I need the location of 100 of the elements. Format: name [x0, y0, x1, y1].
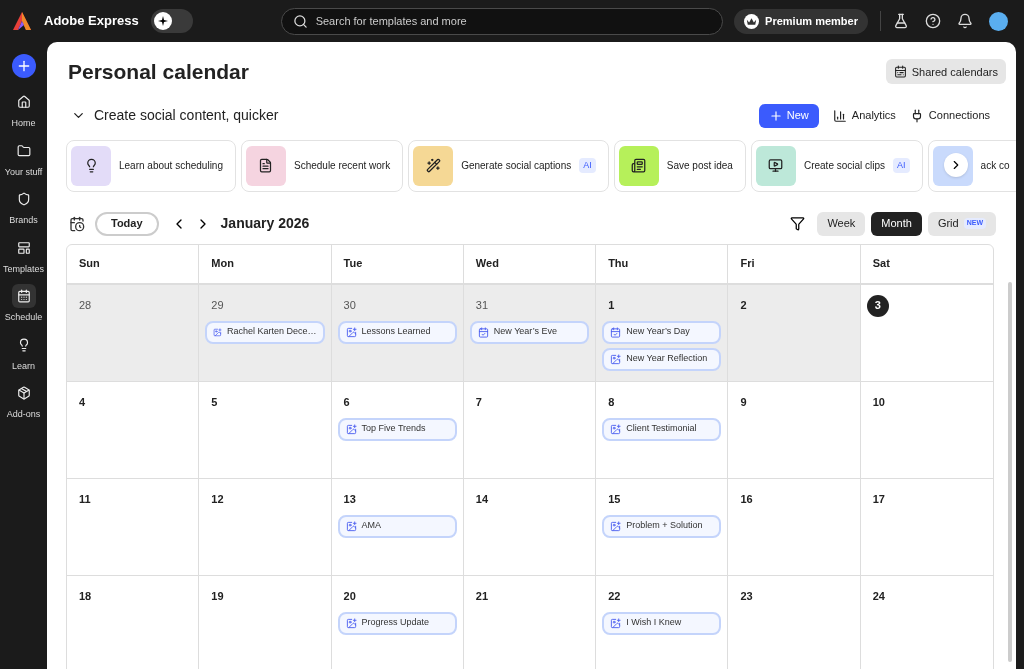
image-icon — [610, 423, 622, 435]
day-number: 19 — [210, 589, 224, 605]
day-number: 31 — [474, 298, 489, 314]
create-button[interactable] — [11, 54, 36, 78]
day-number: 8 — [607, 395, 615, 411]
day-number: 12 — [210, 492, 224, 508]
quick-action-card[interactable]: ack co — [927, 139, 1016, 192]
crown-icon — [744, 13, 760, 29]
new-button[interactable]: New — [758, 103, 819, 128]
day-number: 21 — [474, 589, 489, 605]
sidebar-item[interactable]: Schedule — [0, 284, 47, 325]
day-number: 7 — [474, 395, 482, 411]
sidebar-item[interactable]: Add-ons — [0, 381, 47, 422]
day-cell[interactable]: 28 — [67, 284, 200, 381]
view-tab[interactable]: Month — [871, 211, 922, 236]
sidebar-item[interactable]: Learn — [0, 332, 47, 373]
event-chip[interactable]: Problem + Solution — [602, 514, 722, 538]
event-chip[interactable]: I Wish I Knew — [602, 611, 722, 635]
event-chip[interactable]: Rachel Karten Dece… — [205, 320, 325, 344]
sidebar-item[interactable]: Your stuff — [0, 138, 47, 179]
collapse-toggle[interactable]: Create social content, quicker — [71, 105, 279, 126]
page-title: Personal calendar — [68, 59, 249, 85]
day-number: 22 — [607, 589, 621, 605]
view-tab[interactable]: Week — [817, 211, 866, 236]
day-number: 9 — [739, 395, 747, 411]
plus-icon — [768, 108, 783, 123]
event-chip[interactable]: Progress Update — [337, 611, 457, 635]
day-number: 24 — [871, 589, 885, 605]
search-field[interactable]: Search for templates and more — [280, 7, 723, 35]
day-number: 3 — [866, 294, 889, 317]
event-chip[interactable]: New Year Reflection — [602, 347, 722, 371]
weekday-header: Thu — [608, 256, 629, 272]
event-chip[interactable]: Client Testimonial — [602, 417, 722, 441]
image-icon — [345, 326, 357, 338]
day-number: 6 — [342, 395, 350, 411]
day-number: 13 — [342, 492, 356, 508]
scrollbar[interactable] — [1008, 282, 1012, 662]
day-cell[interactable]: 31 New Year’s Eve — [463, 284, 597, 381]
calendar-settings-icon[interactable] — [69, 215, 85, 232]
quick-action-card[interactable]: Learn about scheduling — [66, 139, 236, 192]
calendar-icon — [610, 326, 622, 338]
analytics-button[interactable]: Analytics — [832, 107, 896, 124]
weekday-header: Tue — [343, 256, 363, 272]
weekday-header: Mon — [211, 256, 234, 272]
ai-badge: AI — [893, 157, 910, 174]
sidebar-item[interactable]: Brands — [0, 187, 47, 228]
day-number: 2 — [739, 298, 747, 314]
sidebar-item[interactable]: Templates — [0, 235, 47, 276]
day-number: 17 — [871, 492, 885, 508]
quick-action-card[interactable]: Schedule recent work — [241, 139, 404, 192]
day-cell[interactable]: 29 Rachel Karten Dece… — [199, 284, 332, 381]
shared-calendars-button[interactable]: Shared calendars — [885, 59, 1006, 85]
avatar[interactable] — [989, 11, 1008, 31]
premium-button[interactable]: Premium member — [734, 8, 868, 34]
day-number: 11 — [78, 492, 91, 508]
day-number: 28 — [78, 298, 92, 314]
day-number: 4 — [78, 395, 86, 411]
image-icon — [213, 326, 222, 338]
day-number: 16 — [739, 492, 753, 508]
help-icon[interactable] — [925, 13, 941, 29]
app-name: Adobe Express — [44, 12, 139, 31]
day-number: 30 — [342, 298, 356, 314]
quick-action-card[interactable]: Save post idea — [613, 139, 746, 192]
event-chip[interactable]: New Year’s Eve — [469, 320, 590, 344]
event-chip[interactable]: Lessons Learned — [337, 320, 457, 344]
image-icon — [610, 520, 622, 532]
day-number: 15 — [607, 492, 621, 508]
calendar-icon — [477, 326, 489, 338]
image-icon — [345, 423, 357, 435]
chart-icon — [832, 108, 847, 123]
day-number: 18 — [78, 589, 92, 605]
image-icon — [610, 617, 622, 629]
ai-badge: AI — [579, 157, 596, 174]
day-number: 20 — [342, 589, 356, 605]
connections-button[interactable]: Connections — [909, 107, 990, 124]
quick-action-card[interactable]: Create social clips AI — [750, 139, 923, 192]
mode-toggle[interactable] — [150, 9, 193, 33]
quick-action-card[interactable]: Generate social captions AI — [408, 139, 609, 192]
sparkle-icon — [153, 12, 172, 30]
day-cell[interactable]: 30 Lessons Learned — [331, 284, 464, 381]
weekday-header: Wed — [475, 256, 499, 272]
event-chip[interactable]: Top Five Trends — [337, 417, 457, 441]
day-number: 23 — [739, 589, 753, 605]
day-cell[interactable]: 1 New Year’s Day New Year Reflection — [596, 284, 729, 381]
search-icon — [292, 13, 308, 29]
calendar-icon — [11, 284, 36, 308]
flask-icon[interactable] — [893, 13, 909, 29]
image-icon — [610, 353, 622, 365]
weekday-header: Sat — [872, 256, 890, 272]
event-chip[interactable]: New Year’s Day — [602, 320, 722, 344]
today-button[interactable]: Today — [95, 211, 159, 236]
day-cell[interactable]: 2 — [728, 284, 861, 381]
filter-icon[interactable] — [790, 216, 806, 231]
day-number: 1 — [607, 298, 615, 314]
event-chip[interactable]: AMA — [337, 514, 457, 538]
sidebar-item[interactable]: Home — [0, 90, 47, 131]
day-number: 10 — [871, 395, 885, 411]
day-number: 14 — [474, 492, 489, 508]
day-number: 29 — [210, 298, 224, 314]
notification-icon[interactable] — [957, 13, 973, 29]
